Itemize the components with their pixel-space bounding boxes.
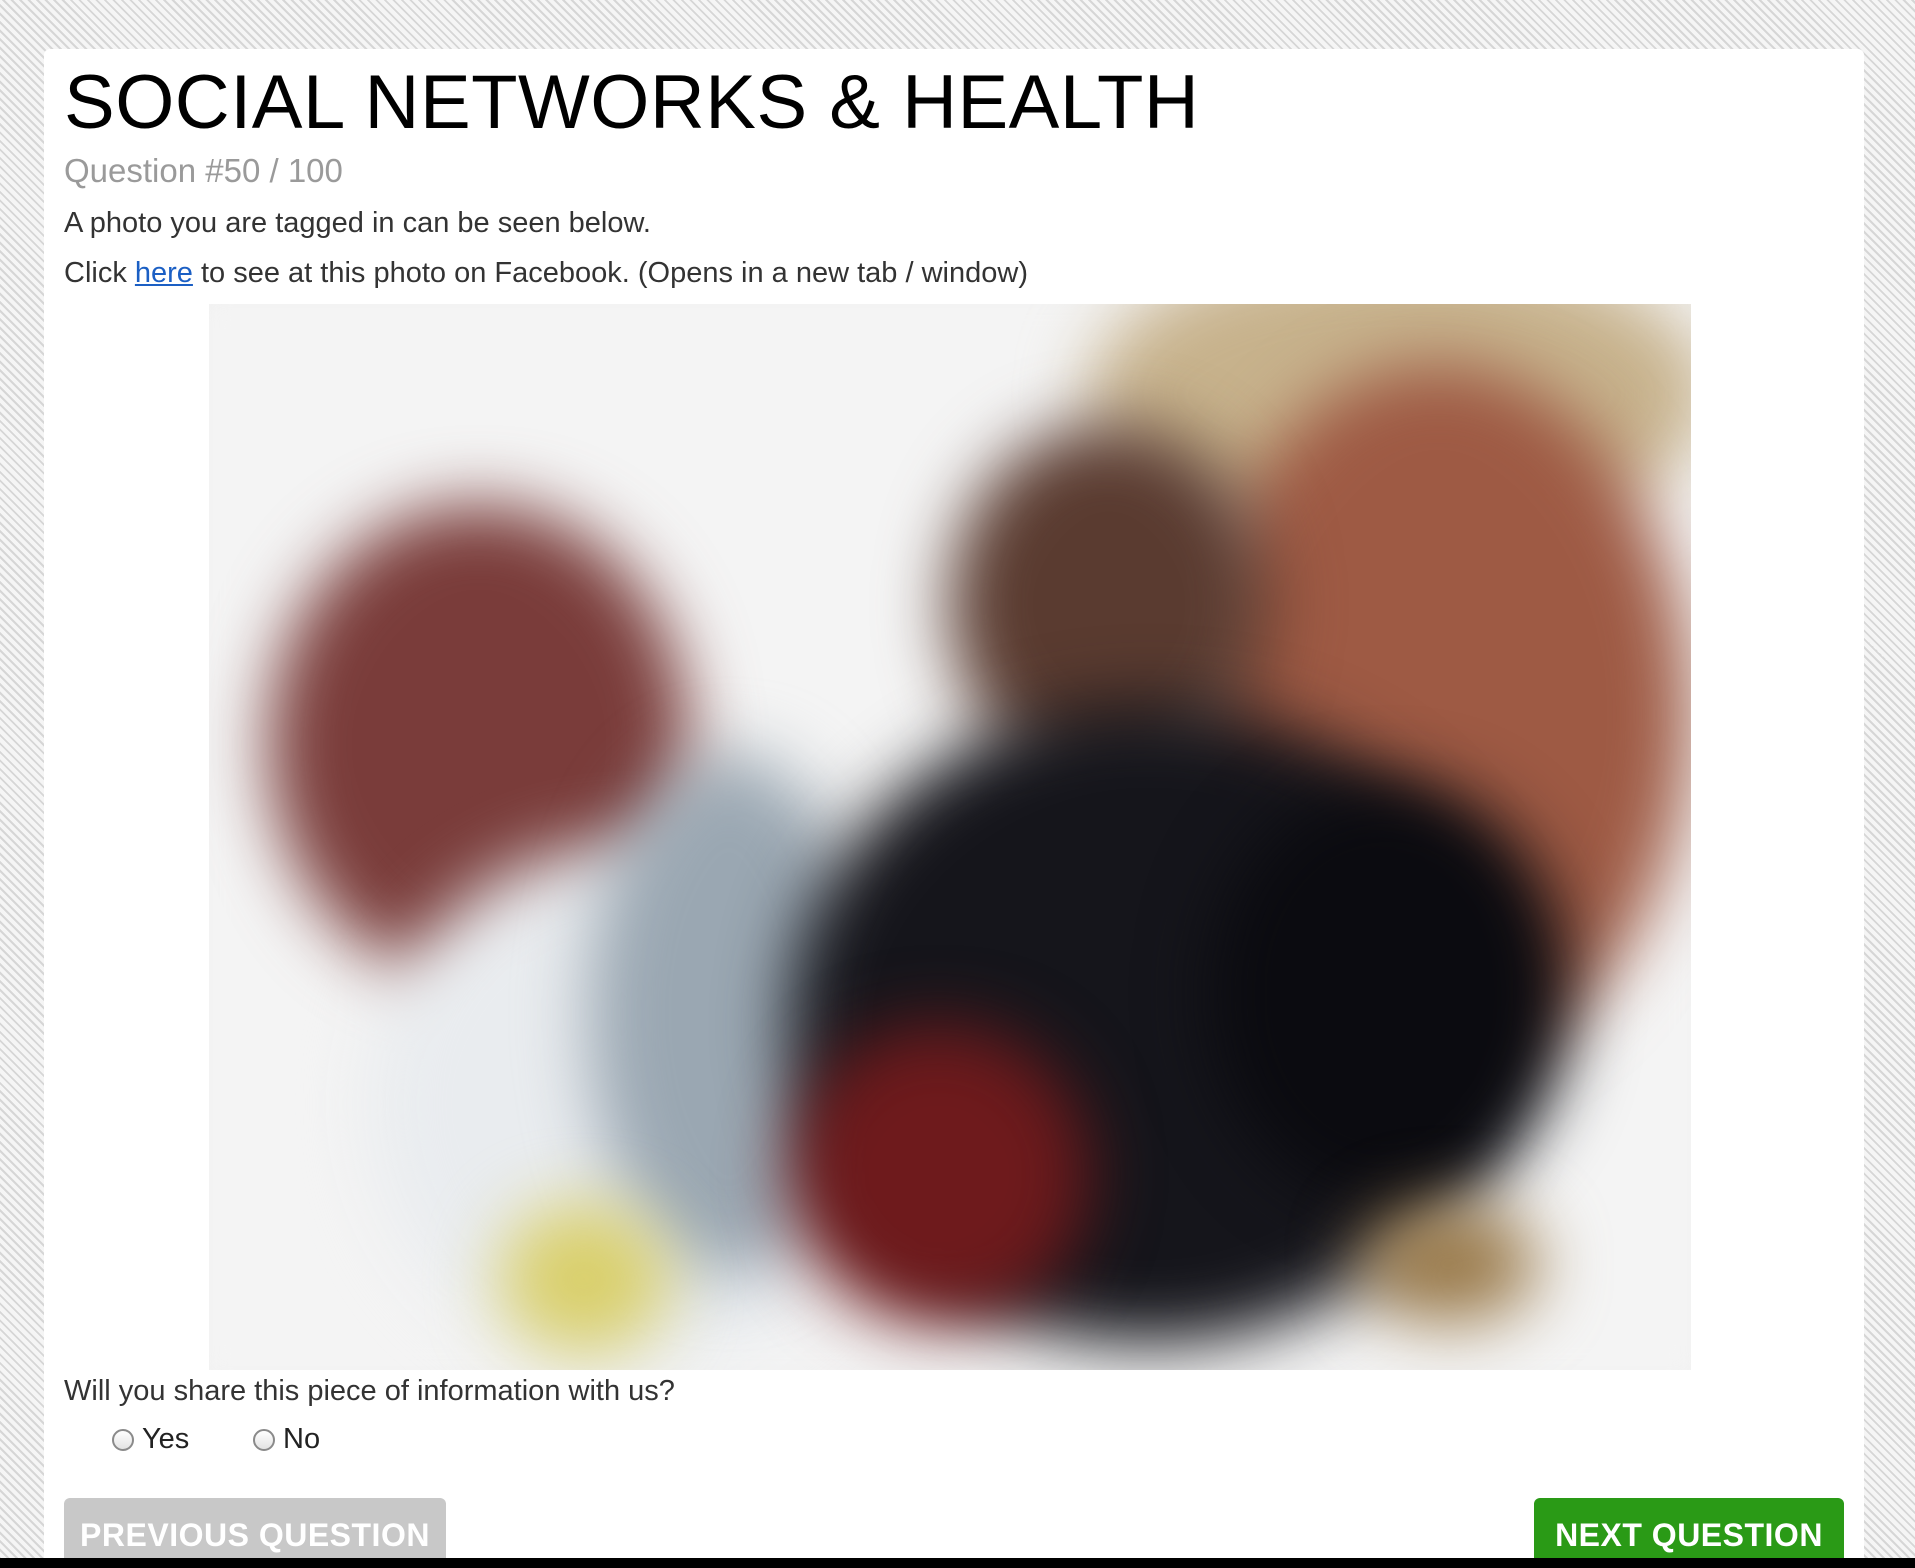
question-counter: Question #50 / 100: [64, 152, 343, 189]
option-yes[interactable]: Yes: [112, 1423, 189, 1456]
yes-radio[interactable]: [112, 1428, 134, 1451]
page-title: SOCIAL NETWORKS & HEALTH: [64, 60, 1200, 145]
no-radio[interactable]: [253, 1428, 275, 1451]
facebook-photo-link[interactable]: here: [135, 257, 193, 289]
question-prompt: Will you share this piece of information…: [64, 1375, 675, 1407]
bottom-bar: [0, 1558, 1915, 1568]
facebook-link-line: Click here to see at this photo on Faceb…: [64, 257, 1028, 290]
no-label: No: [283, 1423, 321, 1455]
yes-label: Yes: [142, 1423, 190, 1455]
link-prefix: Click: [64, 257, 135, 289]
option-no[interactable]: No: [253, 1423, 320, 1456]
link-suffix: to see at this photo on Facebook. (Opens…: [192, 257, 1028, 289]
survey-card: SOCIAL NETWORKS & HEALTH Question #50 / …: [44, 49, 1864, 1568]
intro-text: A photo you are tagged in can be seen be…: [64, 207, 651, 239]
tagged-photo: [209, 304, 1691, 1370]
